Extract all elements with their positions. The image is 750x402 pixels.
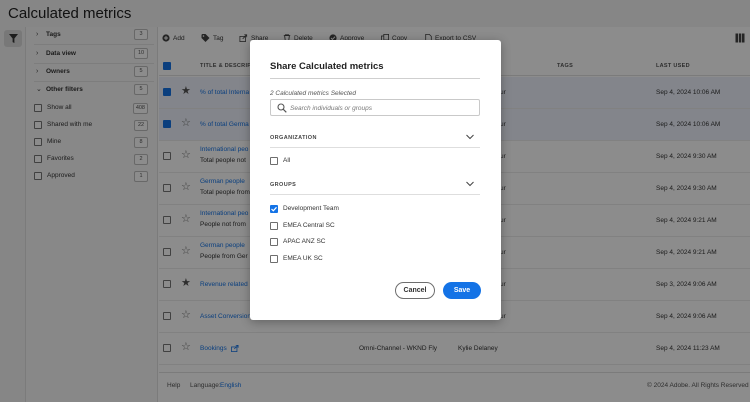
checkbox-label: EMEA UK SC bbox=[283, 255, 323, 262]
chevron-down-icon bbox=[466, 134, 474, 140]
checkbox-label: Development Team bbox=[283, 205, 339, 212]
cancel-button[interactable]: Cancel bbox=[395, 282, 435, 299]
organization-section-header[interactable]: ORGANIZATION bbox=[270, 133, 480, 147]
checkbox[interactable] bbox=[270, 238, 278, 246]
checkbox[interactable] bbox=[270, 157, 278, 165]
group-option-development-team[interactable]: Development Team bbox=[270, 204, 450, 216]
divider bbox=[270, 147, 480, 148]
chevron-down-icon bbox=[466, 181, 474, 187]
checkbox[interactable] bbox=[270, 255, 278, 263]
share-dialog: Share Calculated metrics 2 Calculated me… bbox=[250, 40, 501, 320]
checkbox-all[interactable]: All bbox=[270, 156, 450, 168]
search-input[interactable] bbox=[290, 102, 476, 114]
save-button[interactable]: Save bbox=[443, 282, 481, 299]
group-option-apac-anz-sc[interactable]: APAC ANZ SC bbox=[270, 237, 450, 249]
divider bbox=[270, 194, 480, 195]
section-title: ORGANIZATION bbox=[270, 135, 317, 141]
checkbox-label: EMEA Central SC bbox=[283, 222, 335, 229]
divider bbox=[270, 78, 480, 79]
checkbox-label: APAC ANZ SC bbox=[283, 238, 326, 245]
group-option-emea-uk-sc[interactable]: EMEA UK SC bbox=[270, 254, 450, 266]
checkbox-checked[interactable] bbox=[270, 205, 278, 213]
search-icon bbox=[277, 103, 287, 113]
dialog-title: Share Calculated metrics bbox=[270, 61, 384, 72]
section-title: GROUPS bbox=[270, 182, 297, 188]
checkbox-label: All bbox=[283, 157, 291, 164]
search-field[interactable] bbox=[270, 99, 480, 116]
groups-section-header[interactable]: GROUPS bbox=[270, 180, 480, 194]
group-option-emea-central-sc[interactable]: EMEA Central SC bbox=[270, 221, 450, 233]
checkbox[interactable] bbox=[270, 222, 278, 230]
selection-count: 2 Calculated metrics Selected bbox=[270, 90, 356, 97]
checkmark-icon bbox=[271, 206, 277, 212]
